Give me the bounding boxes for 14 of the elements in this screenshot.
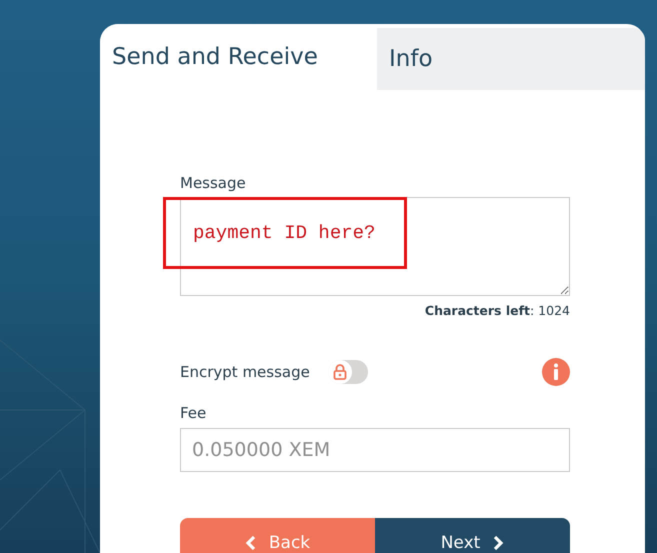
- field-label: Fee: [180, 404, 208, 422]
- tab[interactable]: Info: [377, 28, 645, 90]
- next-button[interactable]: Next: [375, 518, 570, 553]
- characters-left-text: Characters left: 1024: [424, 303, 570, 318]
- field-label: Message: [180, 174, 247, 192]
- chevron-left-icon: [244, 535, 257, 551]
- message-field[interactable]: [180, 197, 570, 296]
- lock-icon: [328, 360, 352, 384]
- annotation-text: payment ID here?: [193, 222, 376, 244]
- info-icon[interactable]: [542, 358, 570, 386]
- encrypt-toggle[interactable]: [328, 360, 368, 384]
- fee-field[interactable]: 0.050000 XEM: [180, 428, 570, 472]
- encrypt-label: Encrypt message: [180, 363, 310, 381]
- chevron-right-icon: [492, 535, 504, 551]
